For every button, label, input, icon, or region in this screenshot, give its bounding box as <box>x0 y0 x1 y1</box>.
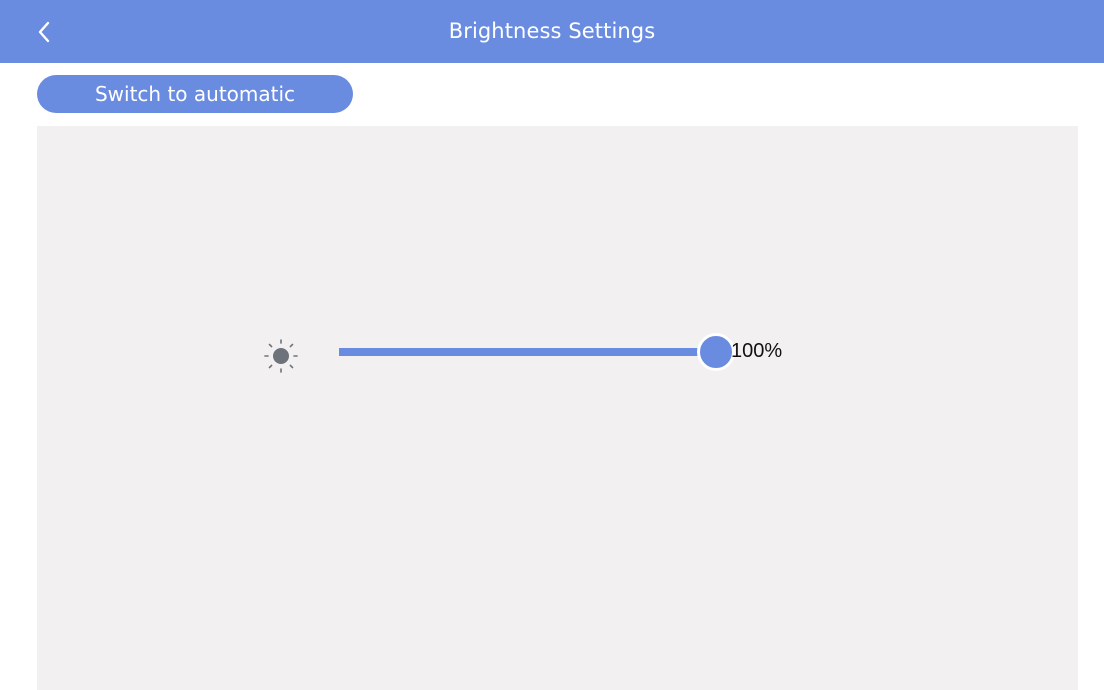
slider-fill <box>339 348 715 356</box>
brightness-panel: 100% <box>37 126 1078 690</box>
header-bar: Brightness Settings <box>0 0 1104 63</box>
sun-icon <box>264 339 298 373</box>
page-title: Brightness Settings <box>448 19 656 43</box>
switch-to-automatic-button[interactable]: Switch to automatic <box>37 75 353 113</box>
slider-thumb[interactable] <box>697 333 735 371</box>
brightness-slider[interactable] <box>339 332 735 372</box>
brightness-value: 100% <box>731 340 783 362</box>
